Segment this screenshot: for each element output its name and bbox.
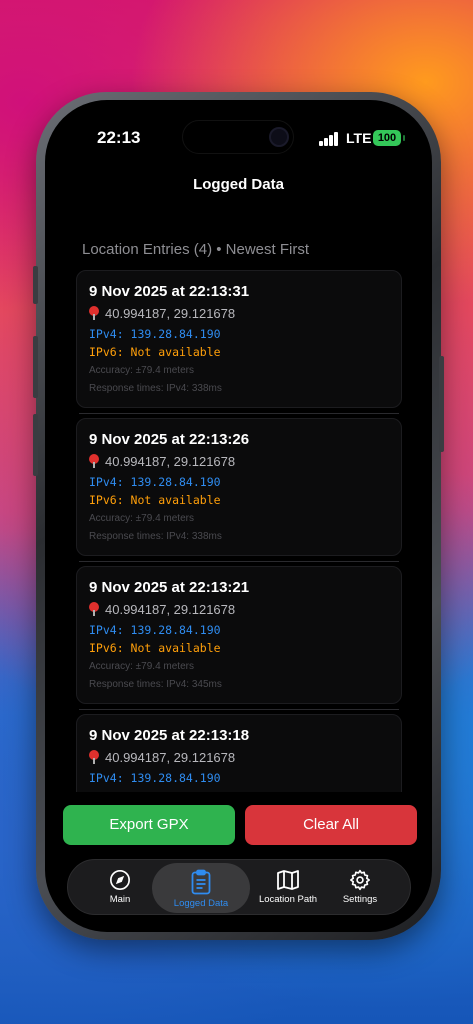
gear-icon xyxy=(350,869,370,891)
phone-screen: 22:13 LTE 100 Logged Data Location Entri… xyxy=(45,100,432,932)
entry-timestamp: 9 Nov 2025 at 22:13:21 xyxy=(89,579,250,596)
entry-response-times: Response times: IPv4: 345ms xyxy=(89,679,222,690)
clipboard-icon xyxy=(191,869,211,895)
tab-label: Location Path xyxy=(258,894,318,905)
action-buttons: Export GPX Clear All xyxy=(63,805,417,845)
entries-list[interactable]: 9 Nov 2025 at 22:13:31 40.994187, 29.121… xyxy=(76,270,402,792)
entry-ipv6: IPv6: Not available xyxy=(89,641,221,655)
power-button xyxy=(439,356,444,452)
battery-icon: 100 xyxy=(373,130,401,146)
entry-accuracy: Accuracy: ±79.4 meters xyxy=(89,513,194,524)
tab-settings[interactable]: Settings xyxy=(324,860,396,916)
section-header: Location Entries (4) • Newest First xyxy=(82,241,309,258)
tab-label: Main xyxy=(109,894,131,905)
coords-text: 40.994187, 29.121678 xyxy=(105,454,236,469)
entry-ipv4: IPv4: 139.28.84.190 xyxy=(89,623,221,637)
network-type: LTE xyxy=(346,130,372,146)
tab-main[interactable]: Main xyxy=(82,860,158,916)
entry-response-times: Response times: IPv4: 338ms xyxy=(89,531,222,542)
entry-coordinates: 40.994187, 29.121678 xyxy=(89,602,389,620)
map-icon xyxy=(277,870,299,890)
camera-icon xyxy=(269,127,289,147)
pin-icon xyxy=(89,750,99,764)
entry-response-times: Response times: IPv4: 338ms xyxy=(89,383,222,394)
coords-text: 40.994187, 29.121678 xyxy=(105,750,236,765)
tab-label: Logged Data xyxy=(173,898,229,909)
list-item[interactable]: 9 Nov 2025 at 22:13:31 40.994187, 29.121… xyxy=(76,270,402,414)
list-item[interactable]: 9 Nov 2025 at 22:13:21 40.994187, 29.121… xyxy=(76,566,402,710)
status-bar: 22:13 LTE 100 xyxy=(45,100,432,180)
entry-accuracy: Accuracy: ±79.4 meters xyxy=(89,661,194,672)
entry-coordinates: 40.994187, 29.121678 xyxy=(89,750,389,768)
entry-timestamp: 9 Nov 2025 at 22:13:31 xyxy=(89,283,250,300)
entry-ipv6: IPv6: Not available xyxy=(89,345,221,359)
volume-down-button xyxy=(33,414,38,476)
entry-ipv4: IPv4: 139.28.84.190 xyxy=(89,327,221,341)
pin-icon xyxy=(89,306,99,320)
entry-ipv4: IPv4: 139.28.84.190 xyxy=(89,771,221,785)
tab-location-path[interactable]: Location Path xyxy=(244,860,332,916)
list-item[interactable]: 9 Nov 2025 at 22:13:18 40.994187, 29.121… xyxy=(76,714,402,792)
tab-label: Settings xyxy=(342,894,378,905)
entry-ipv4: IPv4: 139.28.84.190 xyxy=(89,475,221,489)
tab-logged-data[interactable]: Logged Data xyxy=(152,863,250,913)
status-time: 22:13 xyxy=(97,128,141,147)
entry-ipv6: IPv6: Not available xyxy=(89,493,221,507)
entry-coordinates: 40.994187, 29.121678 xyxy=(89,454,389,472)
action-button xyxy=(33,266,38,304)
entry-coordinates: 40.994187, 29.121678 xyxy=(89,306,389,324)
entry-accuracy: Accuracy: ±79.4 meters xyxy=(89,365,194,376)
coords-text: 40.994187, 29.121678 xyxy=(105,306,236,321)
entry-timestamp: 9 Nov 2025 at 22:13:18 xyxy=(89,727,250,744)
pin-icon xyxy=(89,454,99,468)
clear-all-button[interactable]: Clear All xyxy=(245,805,417,845)
tab-bar: Main Logged Data Location Path Settings xyxy=(67,859,411,915)
coords-text: 40.994187, 29.121678 xyxy=(105,602,236,617)
export-gpx-button[interactable]: Export GPX xyxy=(63,805,235,845)
battery-nub xyxy=(403,135,405,141)
navigation-arrow-icon xyxy=(110,870,130,890)
page-title: Logged Data xyxy=(193,176,284,193)
volume-up-button xyxy=(33,336,38,398)
pin-icon xyxy=(89,602,99,616)
signal-icon xyxy=(319,132,339,146)
entry-timestamp: 9 Nov 2025 at 22:13:26 xyxy=(89,431,250,448)
list-item[interactable]: 9 Nov 2025 at 22:13:26 40.994187, 29.121… xyxy=(76,418,402,562)
